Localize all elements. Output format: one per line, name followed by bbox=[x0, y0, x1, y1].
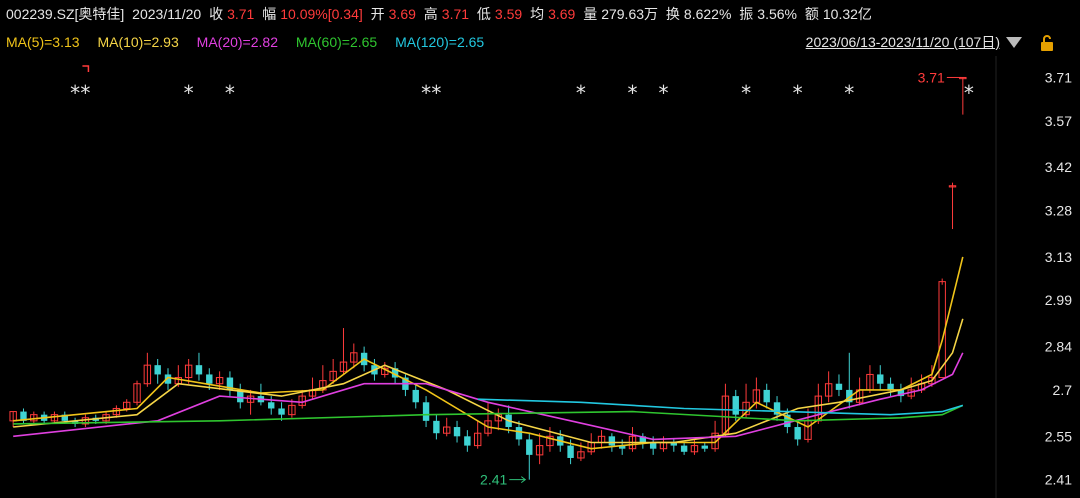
avg-label: 均 bbox=[530, 6, 545, 22]
event-star-marker: * bbox=[741, 81, 751, 105]
candle-body-down bbox=[608, 436, 616, 446]
event-star-marker: * bbox=[225, 81, 235, 105]
candle-body-down bbox=[412, 389, 419, 403]
corner-marker bbox=[82, 65, 90, 72]
event-star-marker: * bbox=[431, 81, 441, 105]
candle-body-down bbox=[732, 396, 739, 415]
turnover-label: 换 bbox=[665, 6, 680, 22]
candle-body-down bbox=[835, 383, 843, 390]
candlestick-chart[interactable]: 3.71 3.57 3.42 3.28 3.13 2.99 2.84 2.7 2.55 2.41 *… bbox=[0, 56, 1080, 498]
y-tick-label: 2.41 bbox=[1045, 472, 1072, 488]
y-tick-label: 3.57 bbox=[1045, 113, 1072, 129]
lock-icon[interactable] bbox=[1038, 34, 1056, 52]
open-value: 3.69 bbox=[388, 6, 416, 22]
candle-body-down bbox=[701, 445, 708, 449]
event-star-marker: * bbox=[844, 81, 854, 105]
event-star-marker: * bbox=[628, 81, 638, 105]
low-label: 低 bbox=[476, 6, 491, 22]
y-tick-label: 3.71 bbox=[1045, 69, 1072, 85]
low-annotation-label: 2.41 bbox=[480, 472, 507, 488]
legend-ma60[interactable]: MA(60)=2.65 bbox=[296, 34, 377, 50]
y-tick-label: 2.99 bbox=[1045, 292, 1072, 308]
volume-value: 279.63万 bbox=[601, 6, 659, 22]
y-tick-label: 3.13 bbox=[1045, 249, 1072, 265]
change-value: 10.09%[0.34] bbox=[280, 6, 363, 22]
event-star-marker: * bbox=[658, 81, 668, 105]
y-tick-label: 2.84 bbox=[1045, 339, 1072, 355]
legend-ma5[interactable]: MA(5)=3.13 bbox=[6, 34, 80, 50]
legend-ma120[interactable]: MA(120)=2.65 bbox=[395, 34, 484, 50]
high-label: 高 bbox=[423, 6, 438, 22]
open-label: 开 bbox=[370, 6, 385, 22]
legend-ma20[interactable]: MA(20)=2.82 bbox=[197, 34, 278, 50]
close-value: 3.71 bbox=[227, 6, 255, 22]
candle-body-down bbox=[887, 383, 894, 390]
change-label: 幅 bbox=[262, 6, 277, 22]
amount-value: 10.32亿 bbox=[822, 6, 872, 22]
candle-body-down bbox=[433, 420, 440, 434]
candle-body-down bbox=[515, 427, 523, 440]
amplitude-label: 振 bbox=[739, 6, 754, 22]
candle-body-down bbox=[206, 374, 213, 384]
candle-body-down bbox=[453, 427, 461, 437]
event-star-marker: * bbox=[184, 81, 194, 105]
y-tick-label: 3.42 bbox=[1045, 159, 1072, 175]
candle-body-down bbox=[680, 445, 688, 452]
candle-body-down bbox=[877, 374, 884, 384]
high-value: 3.71 bbox=[441, 6, 470, 22]
date-range-selector[interactable]: 2023/06/13-2023/11/20 (107日) bbox=[806, 30, 1000, 54]
quote-info-bar: 002239.SZ[奥特佳] 2023/11/20 收 3.71 幅 10.09%[… bbox=[0, 0, 1080, 28]
close-label: 收 bbox=[209, 6, 224, 22]
candle-body-down bbox=[268, 402, 275, 409]
high-annotation-label: 3.71 bbox=[918, 69, 945, 85]
event-star-marker: * bbox=[70, 81, 80, 105]
avg-value: 3.69 bbox=[548, 6, 576, 22]
candle-body-down bbox=[195, 365, 203, 375]
candle-body-down bbox=[422, 402, 430, 421]
legend-ma10[interactable]: MA(10)=2.93 bbox=[97, 34, 178, 50]
event-star-marker: * bbox=[964, 81, 974, 105]
event-star-marker: * bbox=[576, 81, 586, 105]
candle-body-down bbox=[526, 439, 533, 455]
candle-body-down bbox=[567, 445, 574, 458]
candle-body-down bbox=[464, 436, 471, 446]
event-star-marker: * bbox=[793, 81, 803, 105]
candle-body-down bbox=[154, 365, 161, 375]
event-star-marker: * bbox=[421, 81, 431, 105]
amplitude-value: 3.56% bbox=[757, 6, 797, 22]
turnover-value: 8.622% bbox=[683, 6, 732, 22]
quote-date: 2023/11/20 bbox=[132, 6, 202, 22]
candle-body-down bbox=[278, 408, 285, 415]
y-tick-label: 2.55 bbox=[1045, 428, 1072, 444]
candle-body-down bbox=[794, 427, 801, 440]
y-tick-label: 2.7 bbox=[1053, 382, 1073, 398]
volume-label: 量 bbox=[583, 6, 598, 22]
stock-code[interactable]: 002239.SZ[奥特佳] bbox=[6, 6, 124, 22]
amount-label: 额 bbox=[804, 6, 819, 22]
event-star-marker: * bbox=[80, 81, 90, 105]
y-tick-label: 3.28 bbox=[1045, 202, 1072, 218]
candle-body-down bbox=[763, 389, 770, 403]
low-value: 3.59 bbox=[494, 6, 523, 22]
triangle-down-icon[interactable] bbox=[1006, 37, 1022, 48]
